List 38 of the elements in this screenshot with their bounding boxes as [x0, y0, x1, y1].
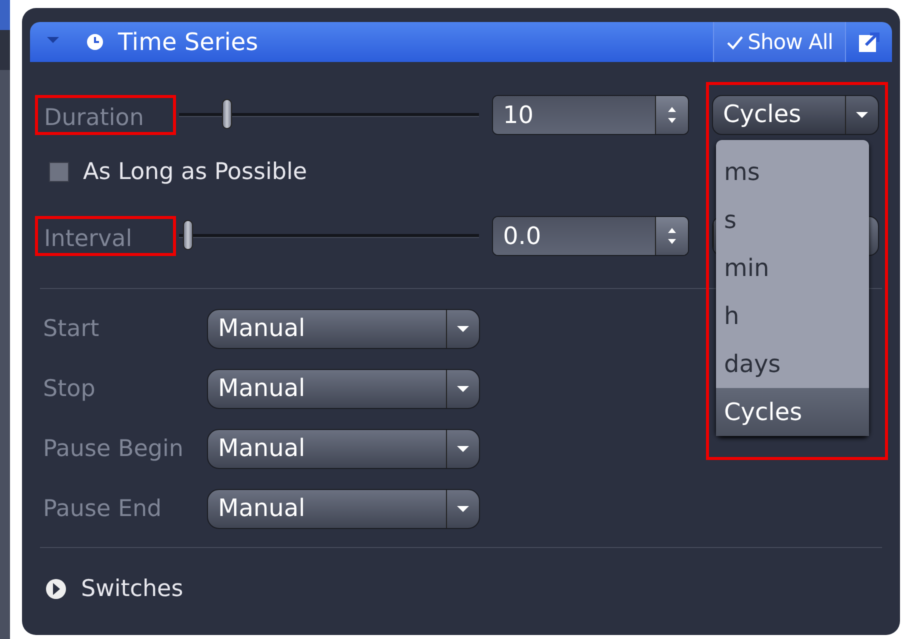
slider-thumb[interactable]: [183, 220, 193, 250]
number-field[interactable]: 10: [492, 95, 689, 135]
trigger-dropdown[interactable]: Manual: [207, 429, 480, 469]
checkbox-label: As Long as Possible: [83, 159, 308, 185]
caret-icon: [456, 445, 470, 453]
trigger-dropdown[interactable]: Manual: [207, 489, 480, 529]
field-label: Pause End: [42, 496, 163, 522]
field-label: Start: [42, 316, 100, 342]
popout-icon: [858, 31, 880, 53]
dropdown-option[interactable]: h: [716, 292, 869, 340]
field-label: Pause Begin: [42, 436, 184, 462]
number-field[interactable]: 0.0: [492, 216, 689, 256]
checkbox[interactable]: [49, 162, 69, 182]
panel-header[interactable]: Time Series Show All: [30, 22, 892, 62]
trigger-dropdown[interactable]: Manual: [207, 369, 480, 409]
panel-title: Time Series: [118, 28, 258, 56]
check-icon: [726, 34, 744, 50]
show-all-toggle[interactable]: Show All: [712, 22, 846, 62]
stepper-icon: [666, 105, 678, 125]
field-label: Interval: [35, 216, 176, 256]
dropdown-option[interactable]: s: [716, 196, 869, 244]
switches-section-header[interactable]: Switches: [45, 572, 887, 606]
dropdown-option[interactable]: ms: [716, 148, 869, 196]
slider-thumb[interactable]: [222, 99, 232, 129]
dropdown-option[interactable]: Cycles: [716, 388, 869, 436]
trigger-dropdown[interactable]: Manual: [207, 309, 480, 349]
field-label: Stop: [42, 376, 96, 402]
dropdown-option[interactable]: min: [716, 244, 869, 292]
expand-icon: [45, 578, 67, 600]
field-label: Duration: [35, 95, 176, 135]
caret-icon: [456, 325, 470, 333]
caret-icon: [456, 385, 470, 393]
clock-icon: [86, 33, 104, 51]
stepper-icon: [666, 226, 678, 246]
unit-dropdown[interactable]: Cycles: [712, 95, 879, 135]
caret-icon: [855, 111, 869, 119]
dropdown-option[interactable]: days: [716, 340, 869, 388]
caret-icon: [456, 505, 470, 513]
